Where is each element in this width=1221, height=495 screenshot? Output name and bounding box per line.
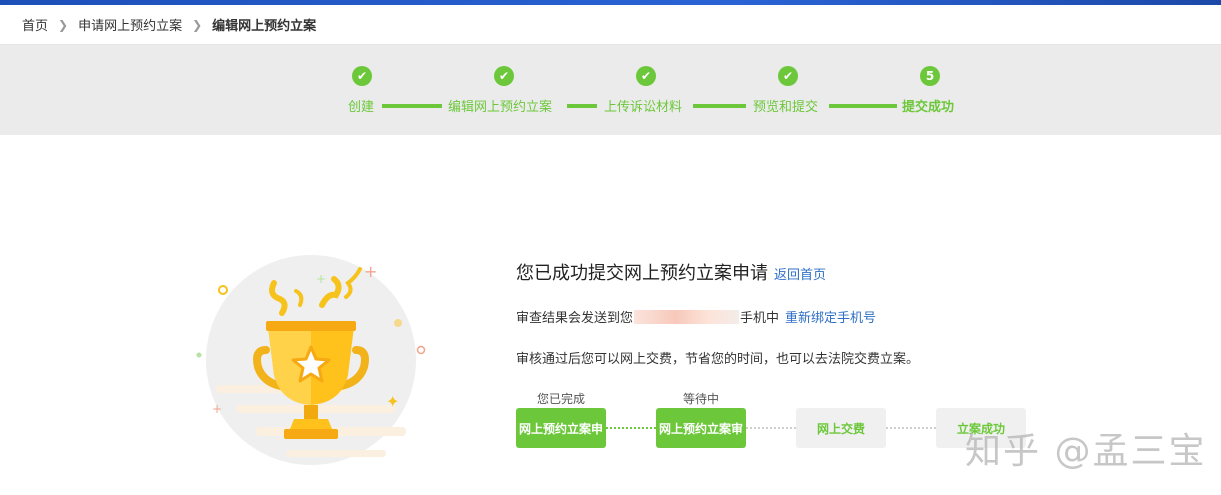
breadcrumb-home[interactable]: 首页 [22,15,48,34]
step-connector [567,104,597,108]
watermark: 知乎 @孟三宝 [965,431,1207,472]
rebind-phone-link[interactable]: 重新绑定手机号 [785,307,876,326]
step-label: 编辑网上预约立案 [448,100,553,115]
step-connector [382,104,442,108]
step-label: 上传诉讼材料 [604,100,683,115]
flow-connector [606,427,656,429]
chevron-right-icon: ❯ [192,17,203,32]
success-title-text: 您已成功提交网上预约立案申请 [516,263,768,284]
chevron-right-icon: ❯ [58,17,69,32]
flow-status-label: 您已完成 [536,392,585,406]
step-label: 创建 [348,100,375,115]
info-line: 审核通过后您可以网上交费，节省您的时间，也可以去法院交费立案。 [516,352,920,367]
flow-stage-review: 网上预约立案审 [656,408,746,448]
svg-text:+: + [212,402,222,416]
trophy-icon: + + + ✦ [196,262,426,457]
notice-line: 审查结果会发送到您 手机中 重新绑定手机号 [516,307,876,326]
check-icon: ✔ [636,66,656,86]
success-heading: 您已成功提交网上预约立案申请 返回首页 [516,259,826,285]
flow-connector [746,427,796,429]
notice-prefix: 审查结果会发送到您 [516,311,634,326]
svg-text:+: + [364,262,377,281]
step-connector [829,104,897,108]
flow-stage-payment: 网上交费 [796,408,886,448]
svg-text:+: + [316,272,326,286]
step-label: 预览和提交 [753,100,819,115]
check-icon: ✔ [494,66,514,86]
step-connector [693,104,746,108]
progress-steps: ✔ 创建 ✔ 编辑网上预约立案 ✔ 上传诉讼材料 ✔ 预览和提交 5 提交成功 [0,45,1221,135]
step-label: 提交成功 [902,100,955,115]
flow-stage-apply: 网上预约立案申 [516,408,606,448]
breadcrumb: 首页 ❯ 申请网上预约立案 ❯ 编辑网上预约立案 [0,5,1221,45]
svg-text:✦: ✦ [386,392,399,411]
check-icon: ✔ [352,66,372,86]
masked-phone-number [634,309,740,324]
breadcrumb-apply[interactable]: 申请网上预约立案 [78,15,182,34]
breadcrumb-current: 编辑网上预约立案 [212,19,317,34]
return-home-link[interactable]: 返回首页 [774,268,826,283]
step-number: 5 [920,66,940,86]
check-icon: ✔ [778,66,798,86]
trophy-illustration: + + + ✦ [196,255,426,470]
flow-status-label: 等待中 [682,392,719,406]
notice-suffix: 手机中 [740,311,780,326]
flow-connector [886,427,936,429]
